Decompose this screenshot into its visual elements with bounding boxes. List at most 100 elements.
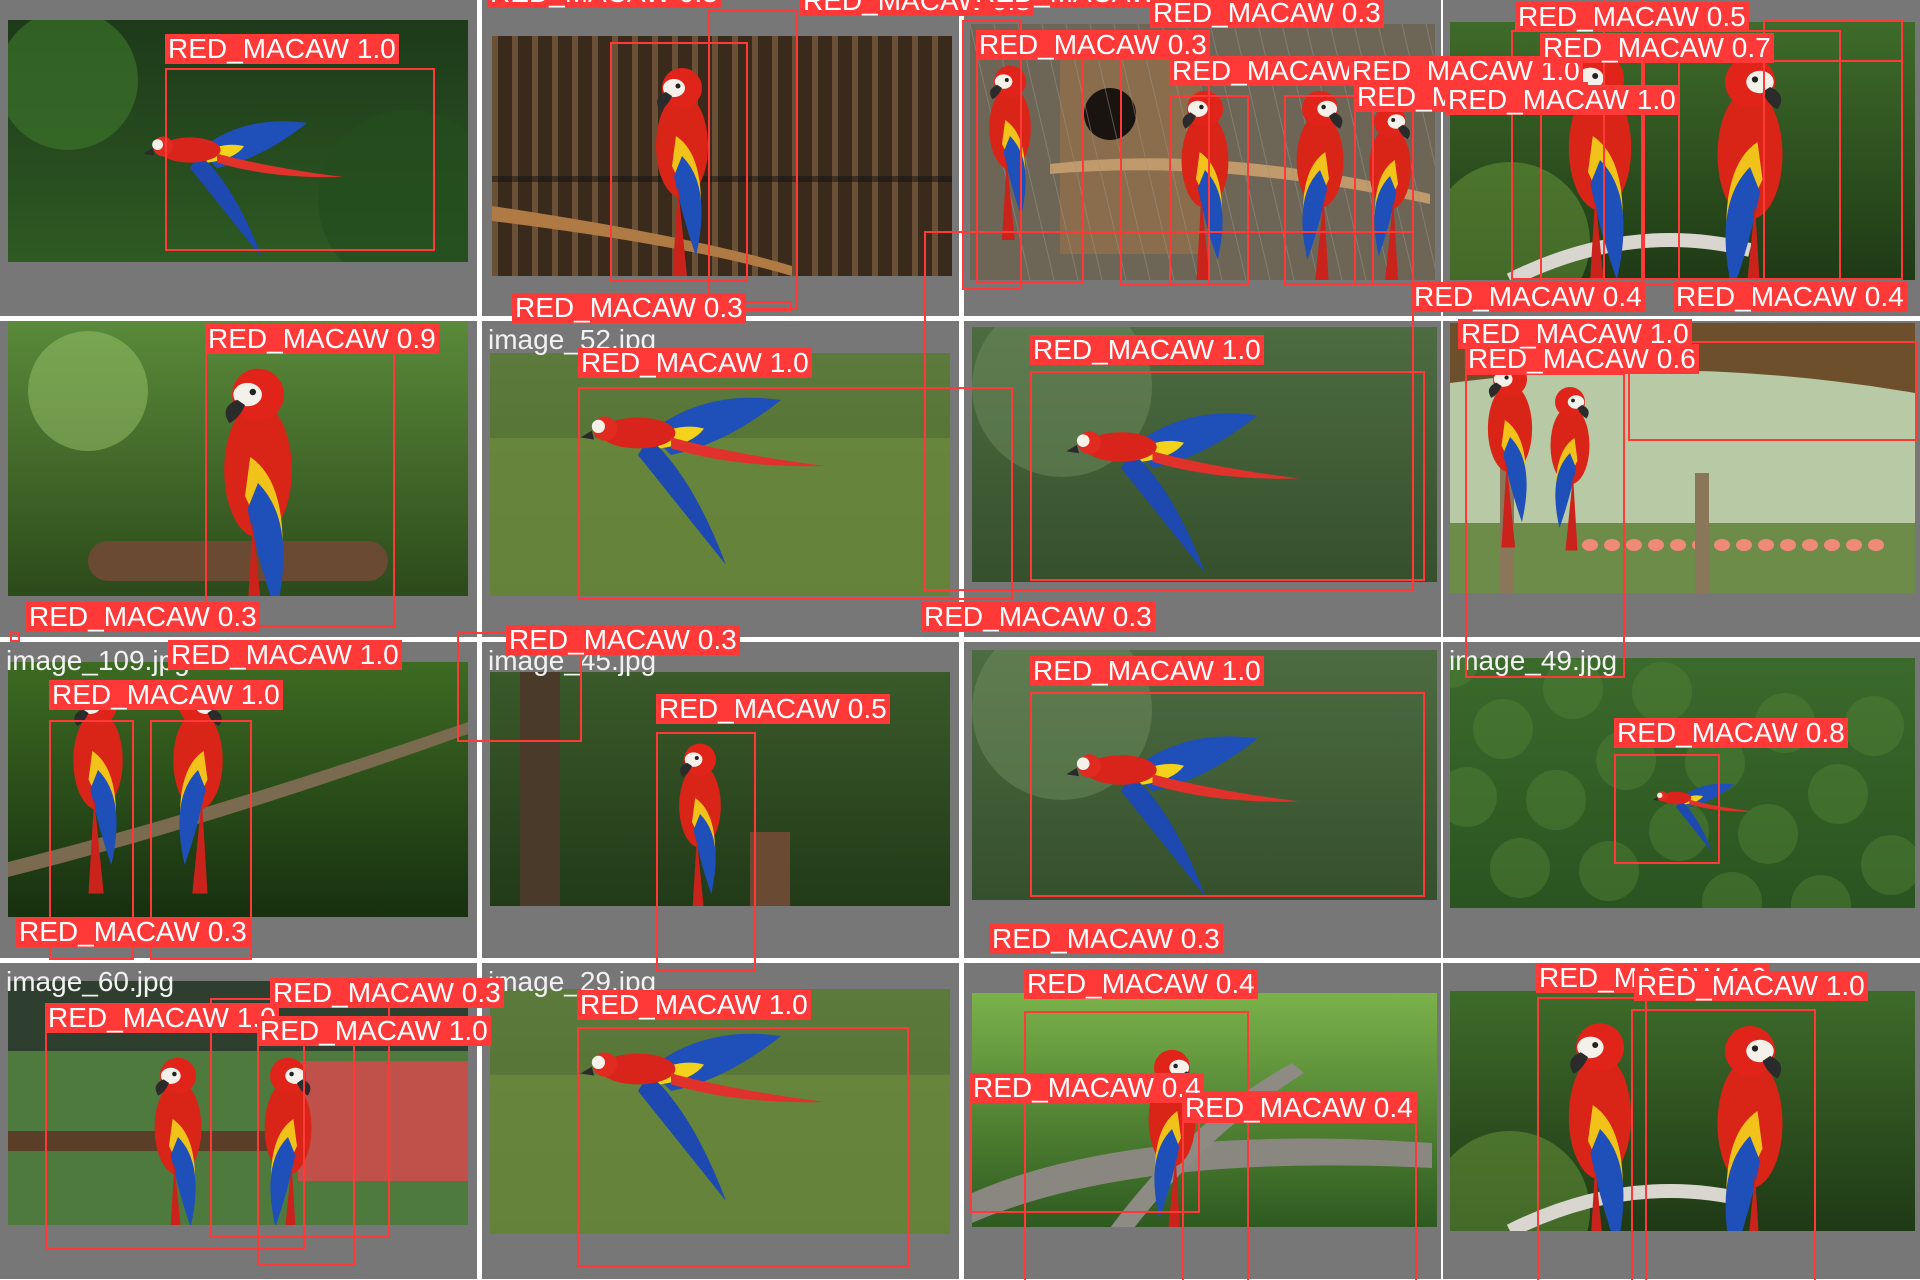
detection-label: RED_MACAW 1.0 bbox=[1030, 335, 1264, 365]
detection-class: RED_MACAW bbox=[509, 624, 690, 655]
detection-class: RED_MACAW bbox=[19, 916, 200, 947]
detection-confidence: 0.3 bbox=[1180, 923, 1220, 954]
detection-confidence: 0.4 bbox=[1864, 281, 1904, 312]
detection-class: RED_MACAW bbox=[260, 1015, 441, 1046]
detection-space bbox=[1208, 968, 1216, 999]
detection-label: RED_MACAW 0.7 bbox=[1540, 33, 1774, 63]
detection-class: RED_MACAW bbox=[1033, 334, 1214, 365]
detection-class: RED_MACAW bbox=[581, 347, 762, 378]
detection-confidence: 1.0 bbox=[768, 989, 808, 1020]
detection-class: RED_MACAW bbox=[992, 923, 1173, 954]
detection-box bbox=[1631, 1009, 1816, 1280]
detection-class: RED_MACAW bbox=[659, 693, 840, 724]
detection-space bbox=[229, 1002, 237, 1033]
detection-box bbox=[10, 632, 20, 642]
detection-box bbox=[1030, 692, 1425, 897]
detection-label: RED_MACAW 0.3 bbox=[270, 978, 504, 1008]
detection-label: RED_MACAW 0.4 bbox=[970, 1073, 1204, 1103]
detection-space bbox=[1595, 281, 1603, 312]
detection-label: RED_MACAW 0.4 bbox=[1024, 969, 1258, 999]
detection-label: RED_MACAW 1.0 bbox=[45, 1003, 279, 1033]
detection-class: RED_MACAW bbox=[975, 0, 1156, 8]
detection-space bbox=[696, 292, 704, 323]
detection-box bbox=[205, 351, 395, 627]
detection-class: RED_MACAW bbox=[1676, 281, 1857, 312]
detection-space bbox=[352, 639, 360, 670]
detection-space bbox=[349, 33, 357, 64]
detection-confidence: 0.8 bbox=[1805, 717, 1845, 748]
detection-space bbox=[200, 916, 208, 947]
mosaic-tile: image_60.jpg RED_MACAW 1.0RED_MACAW 1.0R… bbox=[0, 963, 504, 1279]
mosaic-tile: image_109.jpg RED_MACAW 1.0 RED_MACAW 1.0… bbox=[0, 632, 477, 960]
detection-class: RED_MACAW bbox=[1518, 1, 1699, 32]
detection-confidence: 1.0 bbox=[359, 639, 399, 670]
detection-confidence: 0.5 bbox=[847, 693, 887, 724]
detection-space bbox=[441, 1015, 449, 1046]
mosaic-tile: image_52.jpg RED_MACAW 1.0 RED_MACAW 0.3 bbox=[482, 293, 1013, 637]
mosaic-tile: RED_MACAW 0.6 RED_MACAW 1.0 bbox=[1443, 318, 1920, 678]
detection-label: RED_MACAW 1.0 bbox=[1445, 85, 1679, 115]
detection-confidence: 0.3 bbox=[461, 977, 501, 1008]
mosaic-tile: RED_MACAW 1.0 RED_MACAW 0.3 bbox=[921, 231, 1441, 637]
mosaic-tile: image_49.jpg RED_MACAW 0.8 bbox=[1443, 642, 1920, 958]
detection-box bbox=[1614, 754, 1720, 864]
detection-mosaic: RED_MACAW 1.0 RED_MACAW 0.3RED_MACAW 0.8 bbox=[0, 0, 1920, 1280]
detection-confidence: 0.9 bbox=[396, 323, 436, 354]
detection-space bbox=[1214, 655, 1222, 686]
detection-label: RED_MACAW 0.4 bbox=[1411, 282, 1645, 312]
detection-confidence: 0.4 bbox=[1373, 1092, 1413, 1123]
detection-class: RED_MACAW bbox=[208, 323, 389, 354]
detection-class: RED_MACAW bbox=[1461, 318, 1642, 349]
detection-class: RED_MACAW bbox=[29, 601, 210, 632]
detection-class: RED_MACAW bbox=[1414, 281, 1595, 312]
mosaic-tile: RED_MACAW 0.5 RED_MACAW 0.7 RED_MACAW 1.0 R… bbox=[1411, 0, 1920, 316]
detection-confidence: 0.3 bbox=[679, 0, 718, 8]
detection-label: RED_MACAW 1.0 bbox=[168, 640, 402, 670]
mosaic-tile: RED_MACAW 0.3RED_MACAW 0.8 bbox=[482, 0, 1034, 316]
detection-box bbox=[656, 732, 756, 972]
detection-space bbox=[1214, 334, 1222, 365]
detection-label: RED_MACAW 0.3 bbox=[487, 0, 721, 8]
detection-class: RED_MACAW bbox=[1033, 655, 1214, 686]
detection-confidence: 1.0 bbox=[1825, 970, 1865, 1001]
detection-space bbox=[671, 0, 679, 8]
mosaic-tile: RED_MACAW 1.0 bbox=[0, 0, 477, 316]
detection-confidence: 0.3 bbox=[207, 916, 247, 947]
detection-label: RED_MACAW 1.0 bbox=[165, 34, 399, 64]
detection-space bbox=[1105, 601, 1113, 632]
detection-class: RED_MACAW bbox=[168, 33, 349, 64]
tile-filename: image_60.jpg bbox=[6, 966, 175, 997]
detection-space bbox=[1642, 318, 1650, 349]
detection-class: RED_MACAW bbox=[48, 1002, 229, 1033]
detection-confidence: 0.5 bbox=[1706, 1, 1746, 32]
mosaic-tile: RED_MACAW 1.0 RED_MACAW 0.3 bbox=[964, 622, 1441, 958]
detection-confidence: 1.0 bbox=[1221, 655, 1261, 686]
detection-box bbox=[708, 10, 798, 310]
detection-confidence: 0.3 bbox=[703, 292, 743, 323]
detection-confidence: 0.3 bbox=[697, 624, 737, 655]
detection-class: RED_MACAW bbox=[273, 977, 454, 1008]
detection-space bbox=[762, 347, 770, 378]
mosaic-tile: image_45.jpg RED_MACAW 0.5 RED_MACAW 0.3 bbox=[457, 625, 959, 972]
detection-confidence: 1.0 bbox=[1221, 334, 1261, 365]
detection-label: RED_MACAW 0.5 bbox=[1515, 2, 1749, 32]
detection-label: RED_MACAW 0.9 bbox=[205, 324, 439, 354]
detection-label: RED_MACAW 1.0 bbox=[257, 1016, 491, 1046]
mosaic-tile: RED_MACAW 0.9 RED_MACAW 0.3 bbox=[0, 321, 477, 637]
detection-space bbox=[1857, 281, 1865, 312]
detection-class: RED_MACAW bbox=[1617, 717, 1798, 748]
detection-class: RED_MACAW bbox=[1027, 968, 1208, 999]
detection-label: RED_MACAW 1.0 bbox=[1030, 656, 1264, 686]
detection-space bbox=[1334, 0, 1342, 28]
detection-class: RED_MACAW bbox=[1448, 84, 1629, 115]
detection-class: RED_MACAW bbox=[1172, 55, 1353, 86]
detection-space bbox=[389, 323, 397, 354]
detection-box bbox=[1763, 20, 1903, 280]
detection-label: RED_MACAW 1.0 bbox=[578, 348, 812, 378]
detection-space bbox=[210, 601, 218, 632]
detection-label: RED_MACAW 0.5 bbox=[656, 694, 890, 724]
detection-label: RED_MACAW 0.3 bbox=[1150, 0, 1384, 28]
detection-confidence: 1.0 bbox=[769, 347, 809, 378]
detection-confidence: 0.3 bbox=[1341, 0, 1381, 28]
detection-confidence: 0.4 bbox=[1215, 968, 1255, 999]
